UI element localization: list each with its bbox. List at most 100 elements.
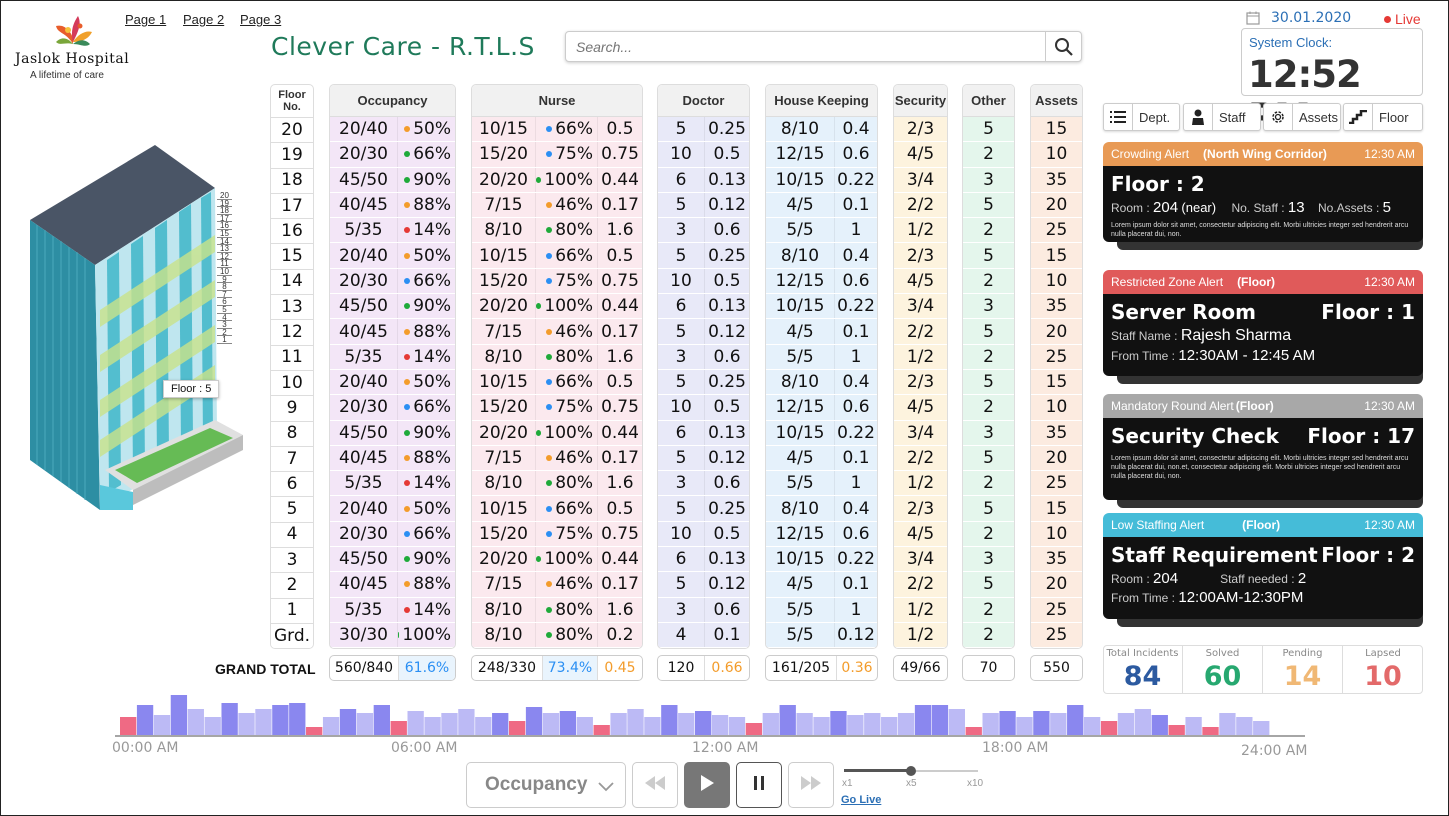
table-row[interactable]: 3 0.6 [658,471,749,497]
timeline-bar[interactable] [170,695,188,735]
table-row[interactable]: 5 0.12 [658,319,749,345]
timeline-bar[interactable] [813,717,830,735]
column-header-housekeeping[interactable]: House Keeping [766,85,877,117]
timeline-bar[interactable] [627,709,644,735]
table-row[interactable]: 15/20 75% 0.75 [472,268,642,295]
timeline-bar[interactable] [339,709,357,735]
table-row[interactable]: 5/5 1 [766,218,877,244]
table-row[interactable]: 4/5 0.1 [766,192,877,219]
table-row[interactable]: 10 [1031,395,1082,421]
table-row[interactable]: 5 0.12 [658,192,749,219]
table-row[interactable]: 3 0.6 [658,218,749,244]
metric-select[interactable]: Occupancy [466,762,626,808]
table-row[interactable]: 18 [271,167,313,193]
timeline-bar[interactable] [1117,713,1135,735]
table-row[interactable]: 20/40 50% [330,496,455,522]
timeline-bar[interactable] [796,713,813,735]
timeline-bar[interactable] [1100,721,1118,735]
page-link-2[interactable]: Page 2 [183,12,224,27]
column-header-floor[interactable]: Floor No. [277,85,307,117]
table-row[interactable]: 7/15 46% 0.17 [472,445,642,472]
timeline-bar[interactable] [897,713,915,735]
stat-total-incidents[interactable]: Total Incidents 84 [1103,645,1183,694]
timeline-bar[interactable] [847,715,864,735]
table-row[interactable]: 20/20 100% 0.44 [472,547,642,573]
table-row[interactable]: 8/10 0.4 [766,243,877,269]
alert-low-staffing[interactable]: Low Staffing Alert (Floor) 12:30 AM Staf… [1103,513,1423,627]
table-row[interactable]: 8/10 0.4 [766,496,877,522]
table-row[interactable]: 5 0.25 [658,496,749,522]
table-row[interactable]: 8/10 80% 0.2 [472,622,642,649]
table-row[interactable]: 12 [271,319,313,345]
table-row[interactable]: 2 [963,597,1014,623]
table-row[interactable]: 2 [963,218,1014,244]
table-row[interactable]: 1/2 [894,471,947,497]
table-row[interactable]: 5/5 1 [766,471,877,497]
table-row[interactable]: 15/20 75% 0.75 [472,521,642,548]
table-row[interactable]: 4 0.1 [658,622,749,649]
table-row[interactable]: 20/30 66% [330,521,455,548]
timeline-bar[interactable] [830,711,847,735]
table-row[interactable]: 3 [963,547,1014,573]
table-row[interactable]: 40/45 88% [330,319,455,345]
table-row[interactable]: 15 [1031,117,1082,143]
timeline-bar[interactable] [373,705,390,735]
table-row[interactable]: 4/5 [894,395,947,421]
page-link-3[interactable]: Page 3 [240,12,281,27]
table-row[interactable]: 16 [271,218,313,244]
timeline-bar[interactable] [238,713,255,735]
table-row[interactable]: 20/40 50% [330,243,455,269]
timeline-bar[interactable] [492,713,509,735]
table-row[interactable]: 2 [963,622,1014,649]
column-header-assets[interactable]: Assets [1031,85,1082,117]
table-row[interactable]: 6 [271,471,313,497]
table-row[interactable]: 3 0.6 [658,597,749,623]
table-row[interactable]: 15 [1031,369,1082,396]
building-floor-label[interactable]: 1 [217,336,232,344]
table-row[interactable]: 7 [271,445,313,472]
table-row[interactable]: 20/20 100% 0.44 [472,294,642,320]
table-row[interactable]: 10/15 66% 0.5 [472,369,642,396]
table-row[interactable]: 2/2 [894,572,947,598]
timeline-bar[interactable] [204,717,221,735]
table-row[interactable]: 10/15 66% 0.5 [472,117,642,143]
table-row[interactable]: 25 [1031,622,1082,649]
timeline-bar[interactable] [289,703,306,735]
table-row[interactable]: 12/15 0.6 [766,142,877,168]
table-row[interactable]: 40/45 88% [330,445,455,472]
timeline-bar[interactable] [695,711,712,735]
table-row[interactable]: 2 [963,521,1014,548]
table-row[interactable]: 4/5 [894,268,947,295]
timeline-bar[interactable] [458,709,475,735]
table-row[interactable]: 20/30 66% [330,395,455,421]
timeline-bar[interactable] [728,717,746,735]
table-row[interactable]: 40/45 88% [330,192,455,219]
timeline-bar[interactable] [661,705,678,735]
timeline-bar[interactable] [881,717,898,735]
timeline-bar[interactable] [948,709,965,735]
table-row[interactable]: 5/35 14% [330,471,455,497]
table-row[interactable]: 35 [1031,167,1082,193]
filter-assets-button[interactable]: Assets [1263,103,1341,131]
table-row[interactable]: 4/5 0.1 [766,319,877,345]
table-row[interactable]: 9 [271,395,313,421]
table-row[interactable]: 8/10 80% 1.6 [472,471,642,497]
timeline-bar[interactable] [1202,727,1219,735]
table-row[interactable]: 4/5 [894,142,947,168]
table-row[interactable]: 25 [1031,218,1082,244]
stat-lapsed[interactable]: Lapsed 10 [1343,645,1423,694]
filter-floor-button[interactable]: Floor [1343,103,1423,131]
stat-pending[interactable]: Pending 14 [1263,645,1343,694]
table-row[interactable]: 5/5 0.12 [766,622,877,649]
timeline-bar[interactable] [711,715,729,735]
table-row[interactable]: 2/2 [894,319,947,345]
table-row[interactable]: 5 [963,496,1014,522]
column-header-security[interactable]: Security [894,85,947,117]
timeline-bar[interactable] [644,717,661,735]
table-row[interactable]: 5/35 14% [330,597,455,623]
table-row[interactable]: 45/50 90% [330,547,455,573]
table-row[interactable]: 2/2 [894,445,947,472]
table-row[interactable]: 5 [963,369,1014,396]
timeline-bar[interactable] [221,703,238,735]
table-row[interactable]: 6 0.13 [658,294,749,320]
